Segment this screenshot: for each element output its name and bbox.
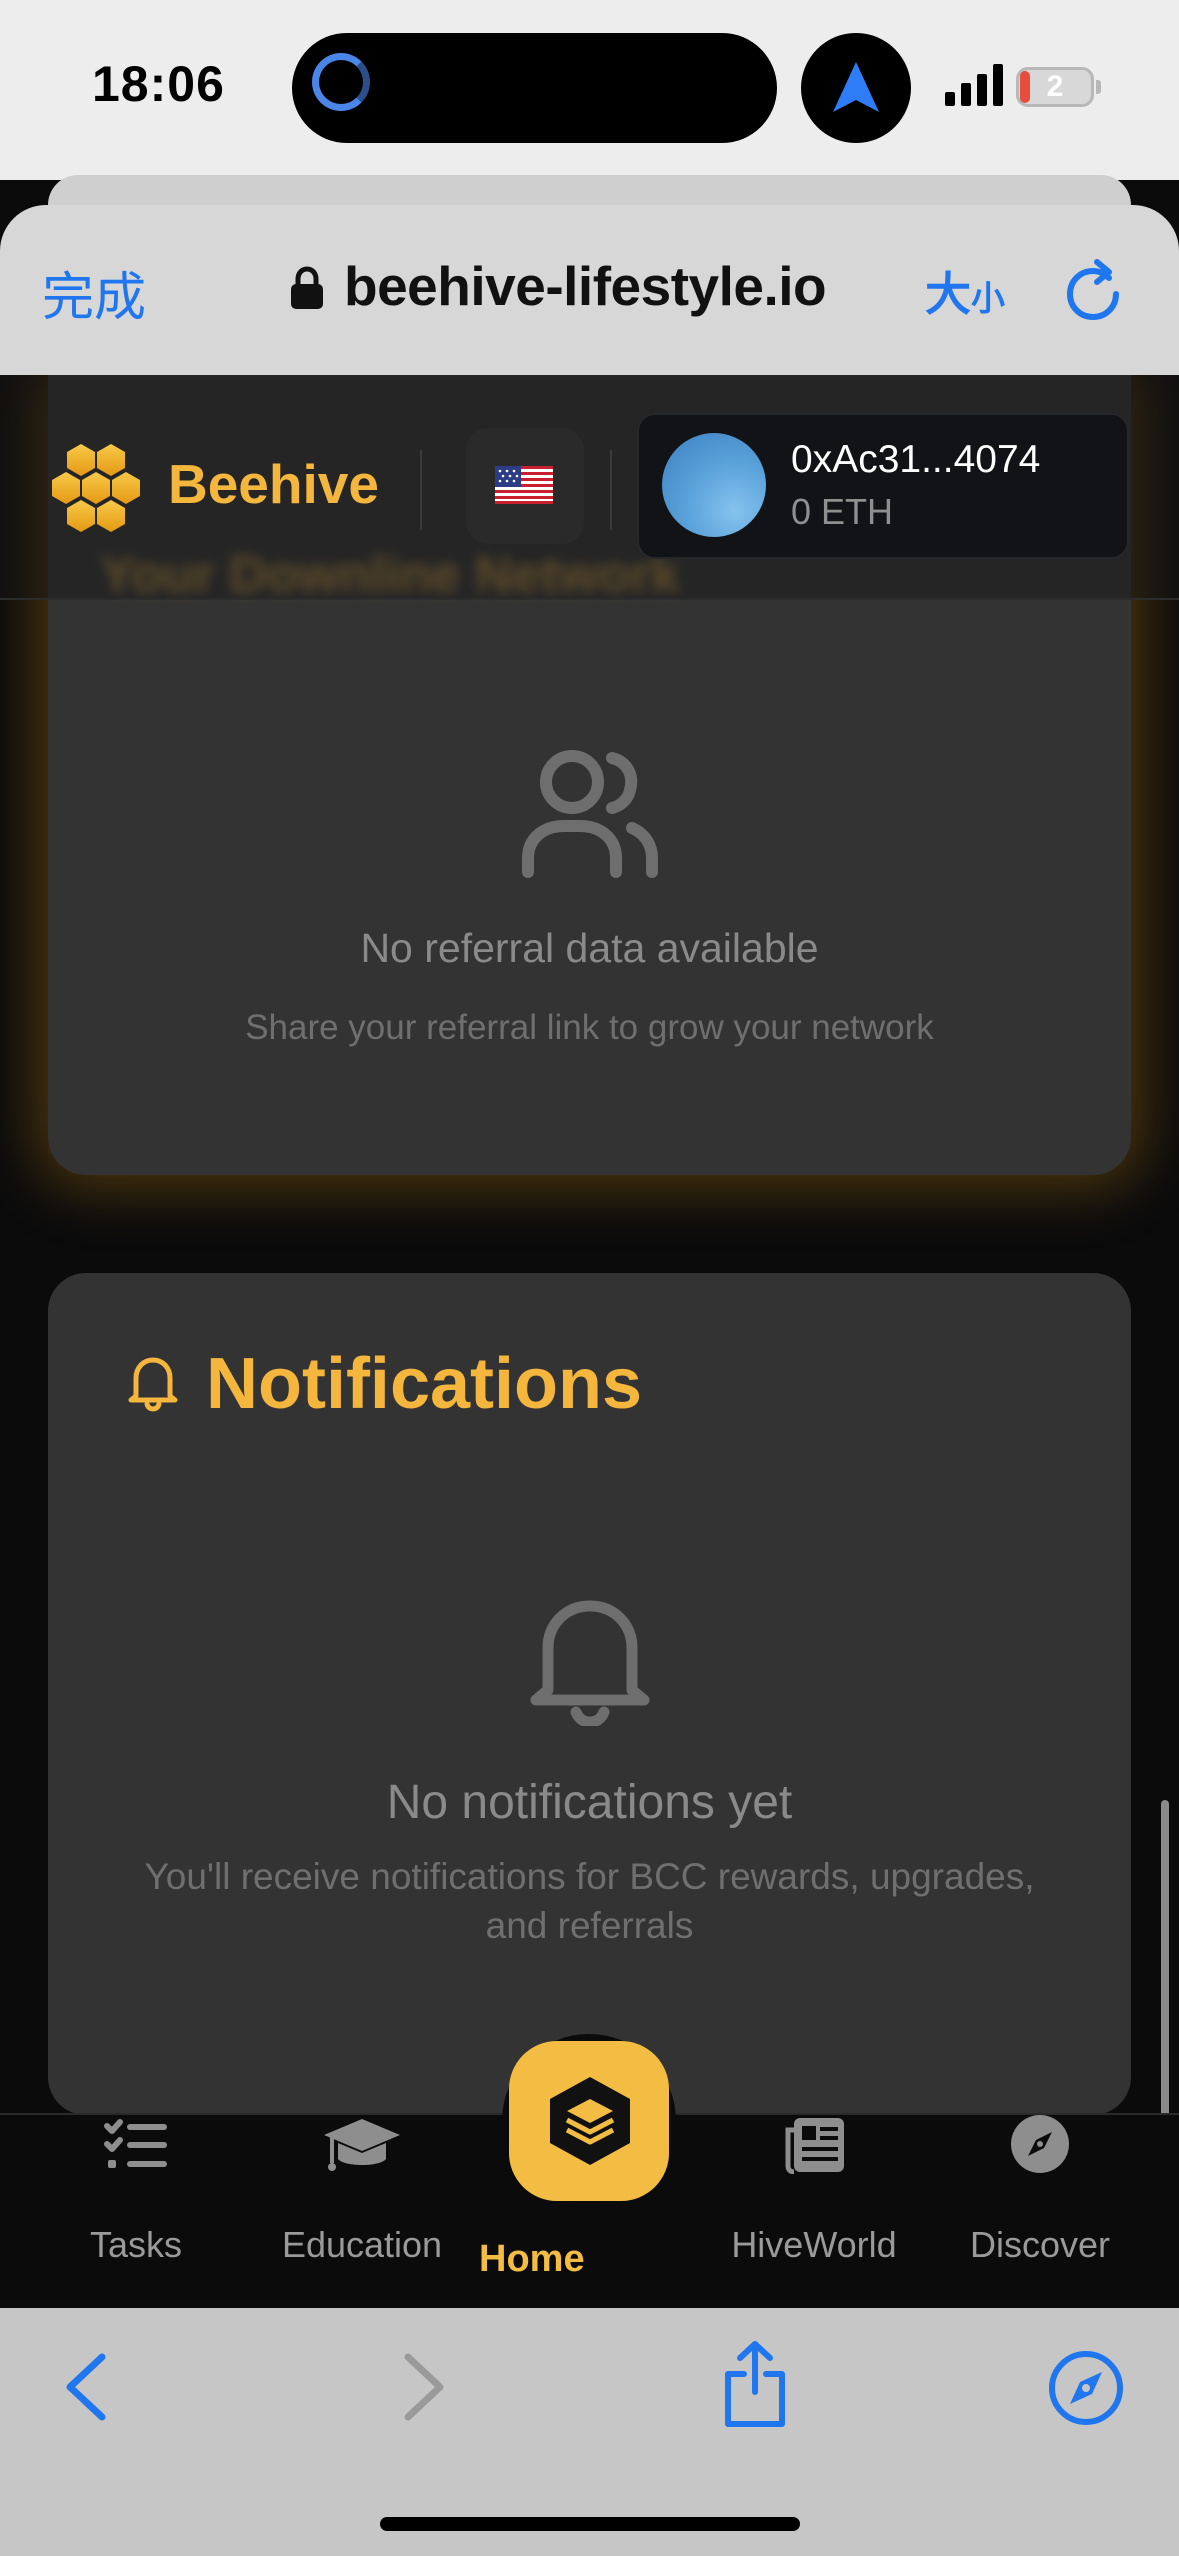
beehive-logo-icon[interactable]	[46, 440, 146, 540]
tab-discover[interactable]: Discover	[930, 2224, 1150, 2266]
done-button[interactable]: 完成	[42, 255, 146, 330]
referral-empty-hint: Share your referral link to grow your ne…	[245, 1008, 934, 1047]
reload-icon[interactable]	[1063, 258, 1125, 326]
lock-icon	[291, 266, 323, 309]
users-icon	[522, 750, 658, 878]
bell-empty-icon	[530, 1600, 650, 1726]
wallet-balance: 0 ETH	[791, 491, 894, 532]
tab-tasks[interactable]: Tasks	[26, 2224, 246, 2266]
loading-ring-icon	[312, 53, 370, 111]
signal-icon	[945, 64, 1003, 106]
tab-education[interactable]: Education	[252, 2224, 472, 2266]
notifications-empty-hint: You'll receive notifications for BCC rew…	[144, 1856, 1035, 1946]
status-time: 18:06	[92, 56, 225, 112]
newspaper-icon	[785, 2118, 844, 2174]
hexagon-layers-icon	[550, 2077, 630, 2165]
text-size-label-big: 大	[925, 268, 971, 320]
home-indicator	[380, 2517, 800, 2531]
brand-name[interactable]: Beehive	[168, 452, 379, 516]
wallet-address: 0xAc31...4074	[791, 438, 1041, 481]
safari-compass-icon[interactable]	[1048, 2350, 1124, 2426]
tab-home[interactable]: Home	[479, 2238, 585, 2281]
back-arrow-icon[interactable]	[62, 2353, 108, 2421]
text-size-button[interactable]: 大小	[925, 258, 1005, 324]
tasks-icon	[104, 2119, 167, 2168]
wallet-avatar	[662, 433, 766, 537]
compass-icon	[1011, 2115, 1069, 2173]
location-arrow-icon	[833, 62, 879, 112]
header-divider	[610, 450, 612, 530]
us-flag-icon	[495, 466, 553, 504]
bell-icon	[128, 1357, 178, 1412]
header-divider	[420, 450, 422, 530]
graduation-cap-icon	[324, 2119, 400, 2171]
battery-cap	[1096, 80, 1101, 94]
forward-arrow-icon[interactable]	[402, 2353, 448, 2421]
referral-empty-title: No referral data available	[360, 925, 819, 971]
notifications-empty-title: No notifications yet	[386, 1776, 793, 1829]
notifications-title: Notifications	[206, 1344, 643, 1424]
share-icon[interactable]	[720, 2340, 790, 2428]
tab-hiveworld[interactable]: HiveWorld	[704, 2224, 924, 2266]
url-field[interactable]: beehive-lifestyle.io	[344, 254, 827, 318]
battery-percent: 2	[1046, 70, 1064, 103]
text-size-label-small: 小	[971, 280, 1005, 318]
